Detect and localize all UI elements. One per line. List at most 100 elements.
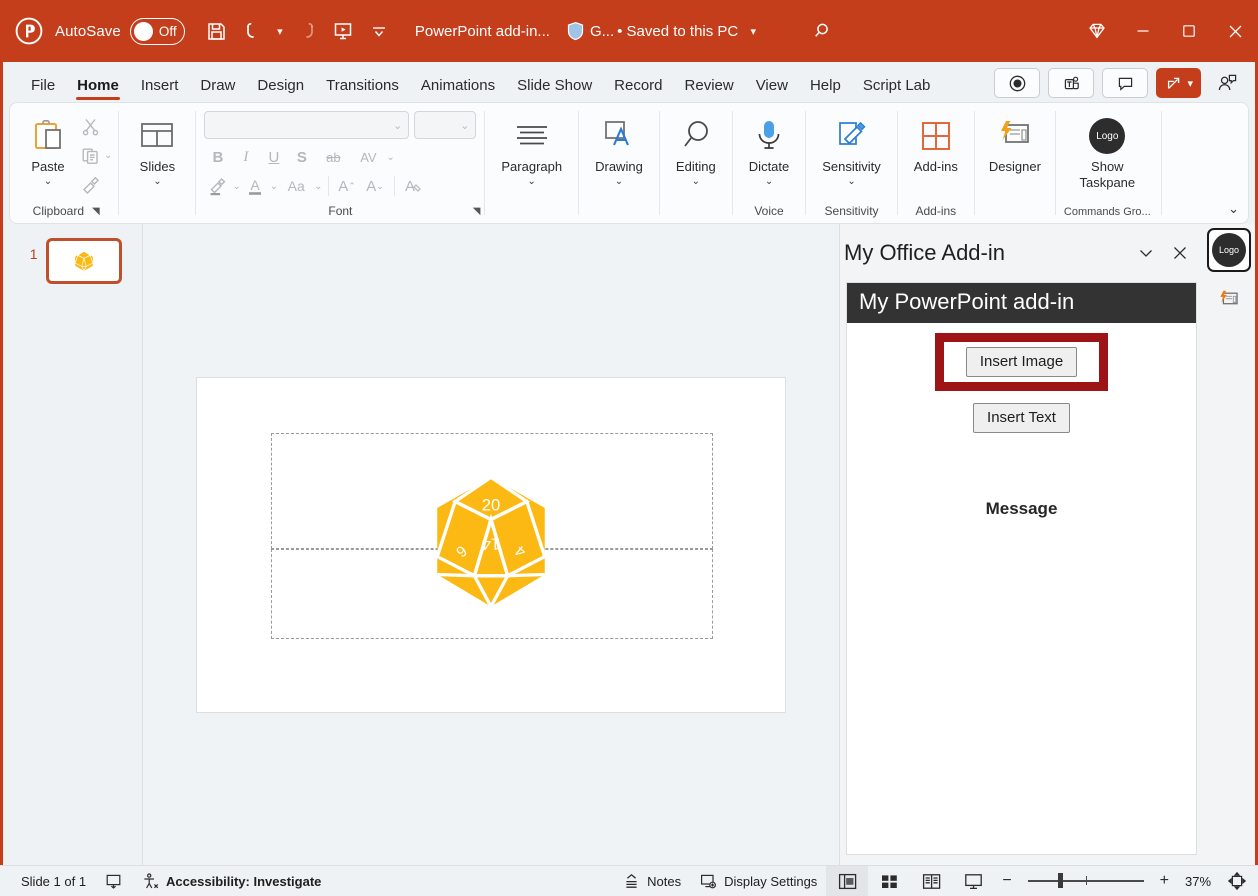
search-icon[interactable] — [804, 12, 840, 50]
format-painter-icon[interactable] — [76, 171, 104, 197]
dictate-chevron-down-icon[interactable]: ⌄ — [765, 177, 773, 187]
diamond-icon[interactable] — [1074, 0, 1120, 62]
underline-button[interactable]: U — [260, 144, 287, 170]
saved-chevron-down-icon[interactable]: ▾ — [744, 25, 762, 38]
slide-count[interactable]: Slide 1 of 1 — [12, 866, 95, 896]
rail-show-taskpane-button[interactable]: Logo — [1207, 228, 1251, 272]
tab-file[interactable]: File — [20, 78, 66, 102]
share-people-icon[interactable] — [1209, 72, 1245, 95]
share-button[interactable]: ▾ — [1156, 68, 1201, 98]
document-title[interactable]: PowerPoint add-in... — [415, 23, 550, 40]
customize-quick-access-icon[interactable] — [361, 12, 397, 50]
tab-view[interactable]: View — [745, 78, 799, 102]
insert-image-button[interactable]: Insert Image — [966, 347, 1077, 377]
text-shadow-button[interactable]: S — [288, 144, 315, 170]
paste-button[interactable]: Paste ⌄ — [20, 109, 76, 187]
tab-home[interactable]: Home — [66, 78, 130, 102]
sensitivity-button[interactable]: Sensitivity ⌄ — [814, 109, 889, 187]
decrease-font-size-button[interactable]: A⌄ — [362, 173, 389, 199]
font-color-icon[interactable]: A — [242, 173, 269, 199]
tab-record[interactable]: Record — [603, 78, 673, 102]
editing-chevron-down-icon[interactable]: ⌄ — [692, 177, 700, 187]
clipboard-dialog-launcher-icon[interactable]: ◥ — [92, 206, 100, 217]
d20-dice-image[interactable]: 20 14 6 4 — [427, 470, 555, 619]
slide-sorter-view-button[interactable] — [868, 866, 910, 896]
text-highlight-icon[interactable] — [204, 173, 231, 199]
collapse-ribbon-chevron-up-icon[interactable]: ⌄ — [1228, 201, 1239, 217]
tab-insert[interactable]: Insert — [130, 78, 190, 102]
cut-icon[interactable] — [76, 113, 104, 139]
sensitivity-chevron-down-icon[interactable]: ⌄ — [847, 177, 855, 187]
add-ins-button[interactable]: Add-ins — [906, 109, 966, 175]
dictate-button[interactable]: Dictate ⌄ — [741, 109, 797, 187]
font-dialog-launcher-icon[interactable]: ◥ — [473, 206, 481, 217]
fit-to-window-icon[interactable] — [1219, 866, 1255, 896]
designer-button[interactable]: Designer — [981, 109, 1049, 175]
strikethrough-button[interactable]: ab — [316, 144, 350, 170]
taskpane-close-icon[interactable] — [1163, 236, 1197, 270]
clear-formatting-icon[interactable]: A — [400, 173, 427, 199]
record-icon[interactable] — [994, 68, 1040, 98]
zoom-slider[interactable] — [1028, 880, 1144, 882]
accessibility-status[interactable]: Accessibility: Investigate — [132, 866, 330, 896]
zoom-thumb[interactable] — [1058, 873, 1063, 888]
slides-button[interactable]: Slides ⌄ — [129, 109, 185, 187]
font-size-input[interactable]: ⌄ — [414, 111, 476, 139]
spellcheck-icon[interactable] — [95, 866, 132, 896]
save-icon[interactable] — [199, 12, 235, 50]
drawing-button[interactable]: Drawing ⌄ — [587, 109, 651, 187]
tab-slide-show[interactable]: Slide Show — [506, 78, 603, 102]
undo-chevron-down-icon[interactable]: ▾ — [271, 25, 289, 38]
zoom-level[interactable]: 37% — [1177, 874, 1219, 889]
show-taskpane-button[interactable]: Logo Show Taskpane — [1065, 109, 1149, 190]
comment-icon[interactable] — [1102, 68, 1148, 98]
rail-designer-button[interactable] — [1207, 278, 1251, 322]
tab-review[interactable]: Review — [674, 78, 745, 102]
notes-button[interactable]: Notes — [613, 866, 690, 896]
bold-button[interactable]: B — [204, 144, 231, 170]
minimize-icon[interactable] — [1120, 0, 1166, 62]
change-case-button[interactable]: Aa — [279, 173, 313, 199]
normal-view-button[interactable] — [826, 866, 868, 896]
insert-text-button[interactable]: Insert Text — [973, 403, 1070, 433]
taskpane-chevron-down-icon[interactable] — [1129, 236, 1163, 270]
paragraph-button[interactable]: Paragraph ⌄ — [493, 109, 570, 187]
tab-design[interactable]: Design — [246, 78, 315, 102]
drawing-chevron-down-icon[interactable]: ⌄ — [615, 177, 623, 187]
maximize-icon[interactable] — [1166, 0, 1212, 62]
zoom-out-button[interactable]: − — [994, 872, 1019, 890]
slide-thumbnail-pane[interactable]: 1 — [3, 224, 143, 865]
teams-icon[interactable] — [1048, 68, 1094, 98]
paragraph-chevron-down-icon[interactable]: ⌄ — [528, 177, 536, 187]
slide-thumbnail-1[interactable] — [46, 238, 122, 284]
sensitivity-label-badge[interactable]: G... — [566, 21, 614, 41]
copy-icon[interactable] — [76, 142, 104, 168]
close-icon[interactable] — [1212, 0, 1258, 62]
change-case-chevron-down-icon[interactable]: ⌄ — [314, 181, 322, 192]
increase-font-size-button[interactable]: A⌃ — [334, 173, 361, 199]
undo-icon[interactable] — [235, 12, 271, 50]
zoom-track[interactable] — [1028, 880, 1144, 882]
tab-transitions[interactable]: Transitions — [315, 78, 410, 102]
slide-show-view-button[interactable] — [952, 866, 994, 896]
tab-help[interactable]: Help — [799, 78, 852, 102]
italic-button[interactable]: I — [232, 144, 259, 170]
text-highlight-chevron-down-icon[interactable]: ⌄ — [232, 181, 240, 192]
font-name-input[interactable]: ⌄ — [204, 111, 409, 139]
saved-state[interactable]: • Saved to this PC — [617, 23, 738, 40]
copy-chevron-down-icon[interactable]: ⌄ — [104, 150, 112, 161]
character-spacing-chevron-down-icon[interactable]: ⌄ — [386, 152, 394, 163]
display-settings-button[interactable]: Display Settings — [690, 866, 826, 896]
autosave-toggle[interactable]: Off — [130, 18, 185, 45]
start-presentation-icon[interactable] — [325, 12, 361, 50]
font-color-chevron-down-icon[interactable]: ⌄ — [270, 181, 278, 192]
slide-1[interactable]: 20 14 6 4 — [197, 378, 785, 712]
tab-script-lab[interactable]: Script Lab — [852, 78, 942, 102]
tab-draw[interactable]: Draw — [189, 78, 246, 102]
reading-view-button[interactable] — [910, 866, 952, 896]
zoom-in-button[interactable]: + — [1152, 872, 1177, 890]
tab-animations[interactable]: Animations — [410, 78, 506, 102]
paste-chevron-down-icon[interactable]: ⌄ — [44, 177, 52, 187]
editing-button[interactable]: Editing ⌄ — [668, 109, 724, 187]
character-spacing-button[interactable]: AV — [351, 144, 385, 170]
